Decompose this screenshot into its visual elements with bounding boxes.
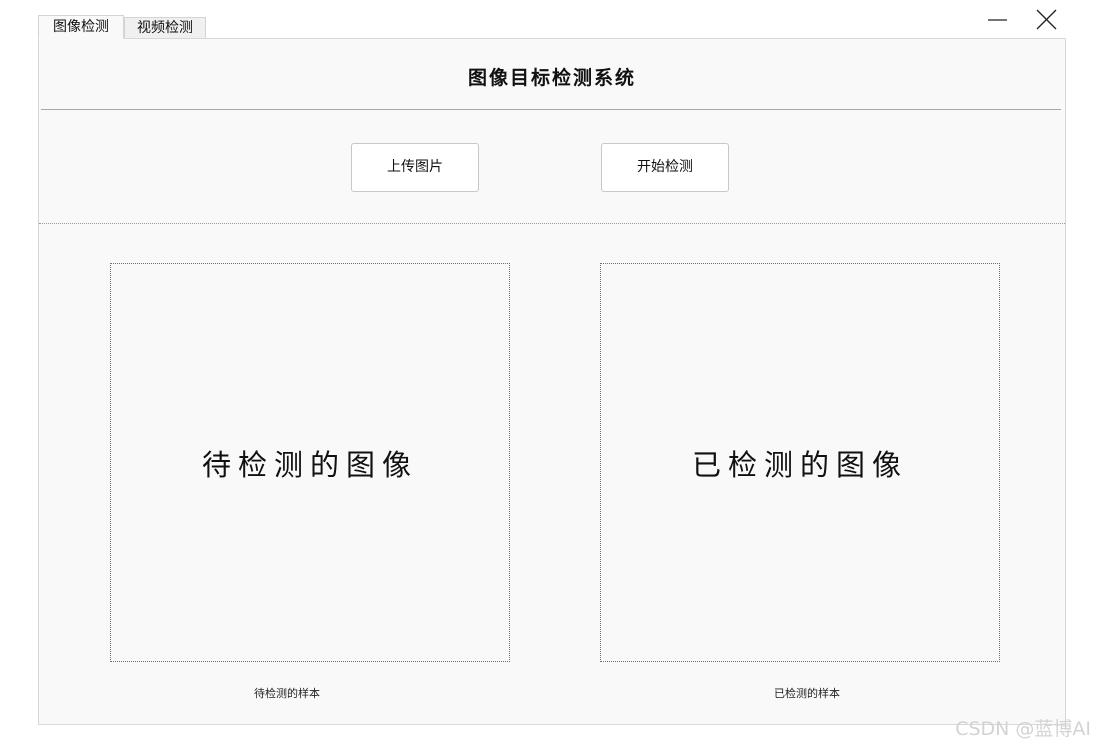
tab-video-detection[interactable]: 视频检测 <box>124 17 206 39</box>
watermark: CSDN @蓝博AI <box>955 718 1091 740</box>
tab-image-detection[interactable]: 图像检测 <box>38 15 124 39</box>
title-divider <box>41 109 1061 110</box>
page-title: 图像目标检测系统 <box>467 67 636 89</box>
output-image-caption: 已检测的样本 <box>774 687 840 700</box>
input-image-area: 待检测的图像 <box>110 263 510 662</box>
input-image-caption: 待检测的样本 <box>254 687 320 700</box>
input-image-placeholder: 待检测的图像 <box>201 447 418 482</box>
output-image-placeholder: 已检测的图像 <box>691 447 908 482</box>
close-button[interactable] <box>1034 7 1060 33</box>
upload-image-button[interactable]: 上传图片 <box>351 143 479 192</box>
toolbar-divider <box>39 223 1065 224</box>
close-icon <box>1036 9 1057 30</box>
minimize-button[interactable] <box>984 7 1010 33</box>
output-image-area: 已检测的图像 <box>600 263 1000 662</box>
start-detection-button[interactable]: 开始检测 <box>601 143 729 192</box>
image-detection-panel: 图像目标检测系统 上传图片 开始检测 待检测的图像 已检测的图像 待检测的样本 … <box>38 38 1066 725</box>
minimize-icon <box>988 19 1007 21</box>
app-window: 图像检测 视频检测 图像目标检测系统 上传图片 开始检测 待检测的图像 已检测的… <box>0 0 1095 745</box>
tab-bar: 图像检测 视频检测 <box>38 15 206 39</box>
